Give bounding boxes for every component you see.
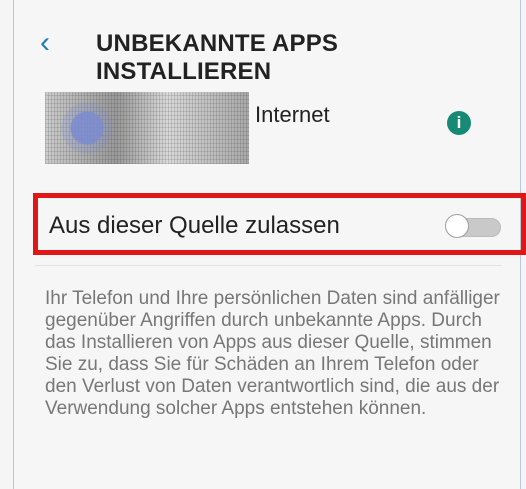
blurred-app-icon xyxy=(45,92,249,164)
allow-source-label[interactable]: Aus dieser Quelle zulassen xyxy=(49,212,340,240)
warning-description: Ihr Telefon und Ihre persönlichen Daten … xyxy=(45,288,500,419)
settings-screen: ‹ UNBEKANNTE APPS INSTALLIEREN Internet … xyxy=(13,0,526,489)
divider xyxy=(35,265,502,266)
back-chevron-icon[interactable]: ‹ xyxy=(40,28,64,58)
info-icon[interactable]: i xyxy=(447,111,471,135)
switch-thumb xyxy=(445,214,469,238)
app-name: Internet xyxy=(255,102,330,127)
page-title: UNBEKANNTE APPS INSTALLIEREN xyxy=(96,30,339,85)
app-row: Internet i xyxy=(14,90,520,170)
app-bar: ‹ UNBEKANNTE APPS INSTALLIEREN xyxy=(14,0,520,86)
allow-source-switch[interactable] xyxy=(445,214,501,238)
